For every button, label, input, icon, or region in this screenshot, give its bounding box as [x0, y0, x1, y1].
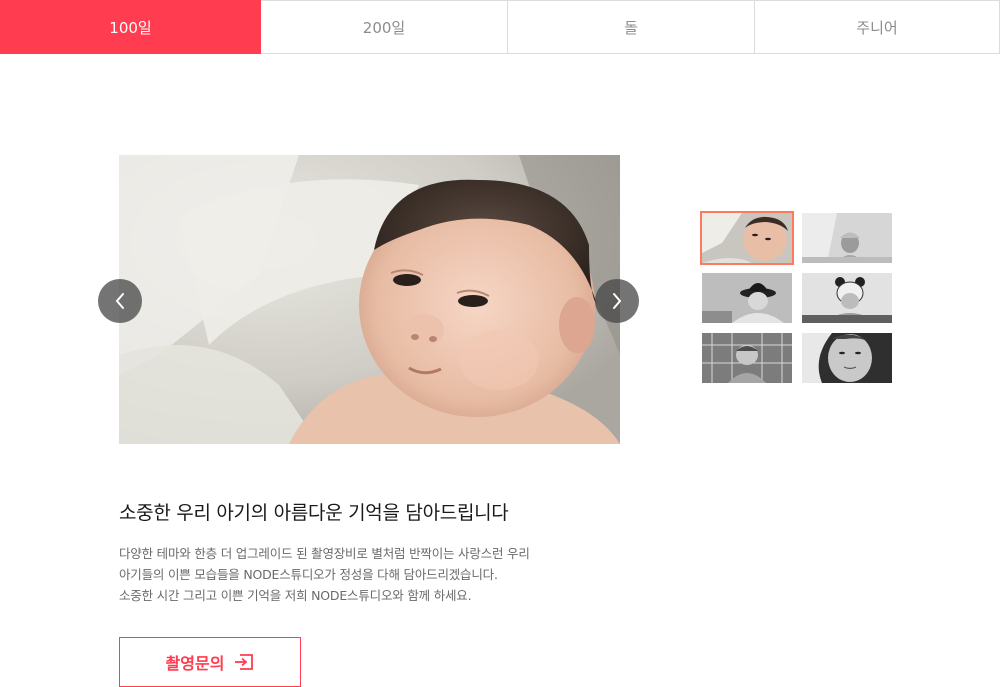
chevron-left-icon [115, 293, 124, 309]
thumbnail-1[interactable] [700, 211, 794, 265]
tab-200-days[interactable]: 200일 [261, 0, 508, 54]
thumbnail-5[interactable] [702, 333, 792, 383]
thumbnail-image [702, 333, 792, 383]
booking-inquiry-label: 촬영문의 [165, 654, 225, 673]
description-line: 아기들의 이쁜 모습들을 NODE스튜디오가 정성을 다해 담아드리겠습니다. [119, 567, 498, 582]
thumbnail-grid [700, 211, 894, 385]
description-line: 다양한 테마와 한층 더 업그레이드 된 촬영장비로 별처럼 반짝이는 사랑스런… [119, 546, 530, 561]
section-headline: 소중한 우리 아기의 아름다운 기억을 담아드립니다 [119, 502, 509, 524]
tab-first-birthday[interactable]: 돌 [508, 0, 755, 54]
thumbnail-image [702, 273, 792, 323]
thumbnail-3[interactable] [702, 273, 792, 323]
thumbnail-image [802, 213, 892, 263]
tab-junior[interactable]: 주니어 [755, 0, 1000, 54]
thumbnail-2[interactable] [802, 213, 892, 263]
tab-bar: 100일 200일 돌 주니어 [0, 0, 1000, 54]
thumbnail-image [802, 333, 892, 383]
thumbnail-6[interactable] [802, 333, 892, 383]
booking-inquiry-button[interactable]: 촬영문의 [119, 637, 301, 687]
thumbnail-4[interactable] [802, 273, 892, 323]
baby-photo-image [119, 155, 620, 444]
section-description: 다양한 테마와 한층 더 업그레이드 된 촬영장비로 별처럼 반짝이는 사랑스런… [119, 543, 589, 606]
description-line: 소중한 시간 그리고 이쁜 기억을 저희 NODE스튜디오와 함께 하세요. [119, 588, 472, 603]
thumbnail-image [702, 213, 792, 263]
enter-icon [235, 654, 254, 670]
next-slide-button[interactable] [595, 279, 639, 323]
thumbnail-image [802, 273, 892, 323]
tab-100-days[interactable]: 100일 [0, 0, 261, 54]
main-baby-photo [119, 155, 620, 444]
chevron-right-icon [613, 293, 622, 309]
prev-slide-button[interactable] [98, 279, 142, 323]
